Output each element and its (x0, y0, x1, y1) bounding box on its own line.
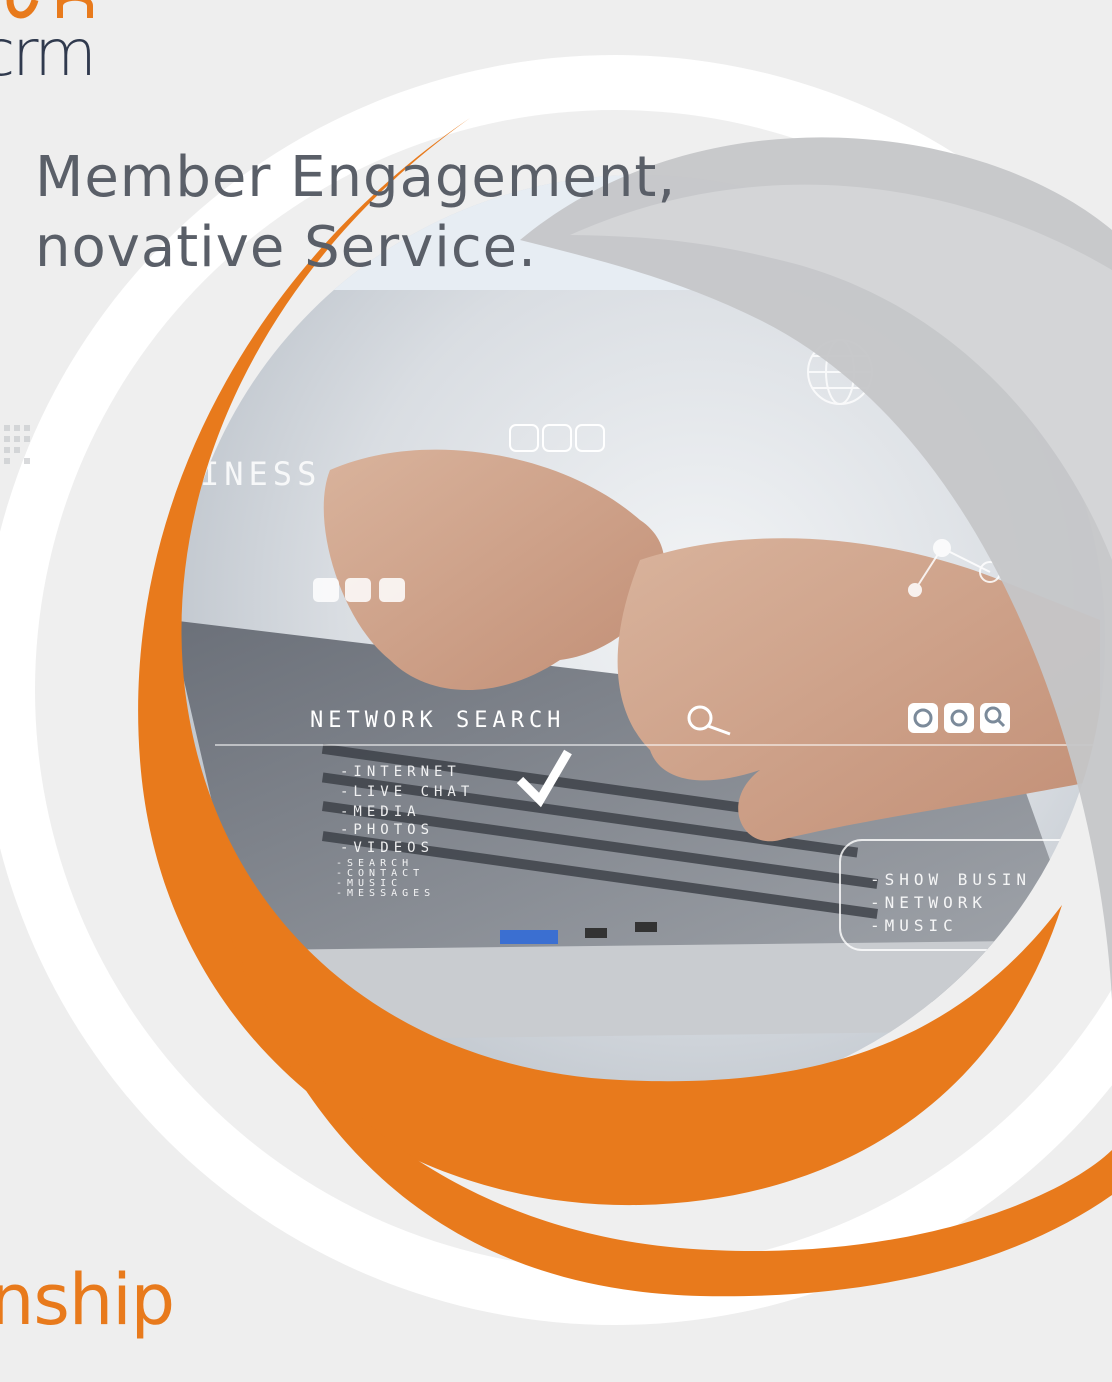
chat-bubble-icon (313, 578, 405, 602)
music-label: -MUSIC (870, 916, 958, 935)
show-business-label: -SHOW BUSIN (870, 870, 1031, 889)
menu-item: -MESSAGES (336, 888, 435, 899)
logo-wordmark: crm (0, 17, 97, 91)
gear-icon (944, 703, 974, 733)
dot-pattern (4, 425, 30, 464)
refresh-icon (908, 703, 938, 733)
network-search-label: NETWORK SEARCH (310, 708, 565, 733)
menu-item: -VIDEOS (340, 840, 434, 856)
business-label: INESS (200, 455, 321, 493)
menu-item: -PHOTOS (340, 822, 434, 838)
headline-line-2: novative Service. (35, 215, 537, 280)
menu-item: -INTERNET (340, 764, 461, 780)
network-label: -NETWORK (870, 893, 987, 912)
menu-item: -MEDIA (340, 804, 421, 820)
tagline-line-1: nship (0, 1259, 175, 1341)
headline-line-1: Member Engagement, (35, 145, 677, 210)
headline: Member Engagement, novative Service. (35, 143, 676, 283)
menu-item: -LIVE CHAT (340, 784, 474, 800)
logo: crm (0, 0, 130, 86)
